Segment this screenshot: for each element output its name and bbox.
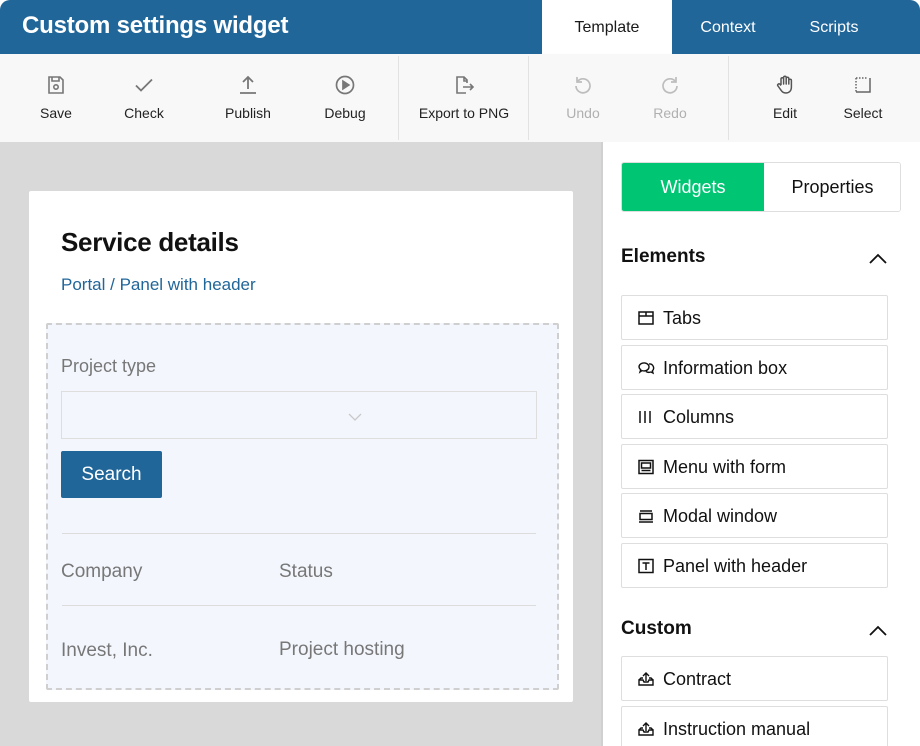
undo-label: Undo xyxy=(566,105,600,121)
table-divider xyxy=(62,533,536,534)
check-label: Check xyxy=(124,105,164,121)
tray-upload-icon xyxy=(637,670,655,688)
widget-item-columns[interactable]: Columns xyxy=(621,394,888,439)
table-divider xyxy=(62,605,536,606)
widget-item-label: Instruction manual xyxy=(663,719,811,739)
widget-item-instruction-manual[interactable]: Instruction manual xyxy=(621,706,888,746)
widget-item-contract[interactable]: Contract xyxy=(621,656,888,701)
check-button[interactable]: Check xyxy=(106,54,182,142)
header-bar: Custom settings widget Template Context … xyxy=(0,0,920,54)
tab-widgets[interactable]: Widgets xyxy=(622,163,764,211)
sidebar-tabs: Widgets Properties xyxy=(621,162,901,212)
widget-item-panel-with-header[interactable]: Panel with header xyxy=(621,543,888,588)
widget-item-information-box[interactable]: Information box xyxy=(621,345,888,390)
widget-item-label: Contract xyxy=(663,669,732,689)
publish-label: Publish xyxy=(225,105,271,121)
app-title: Custom settings widget xyxy=(22,12,289,39)
toolbar: Save Check Publish Debug Export to PNG U… xyxy=(0,54,920,142)
redo-label: Redo xyxy=(653,105,687,121)
column-header-status: Status xyxy=(279,561,333,582)
chevron-down-icon xyxy=(348,409,362,421)
widget-item-label: Panel with header xyxy=(663,556,808,576)
text-panel-icon xyxy=(637,557,655,575)
tab-context[interactable]: Context xyxy=(672,0,784,54)
upload-icon xyxy=(237,74,259,96)
select-button[interactable]: Select xyxy=(828,54,898,142)
table-cell-status: Project hosting xyxy=(279,639,405,660)
tray-upload-icon xyxy=(637,720,655,738)
table-cell-company: Invest, Inc. xyxy=(61,640,153,661)
tabs-icon xyxy=(637,309,655,327)
tab-scripts[interactable]: Scripts xyxy=(784,0,884,54)
undo-button[interactable]: Undo xyxy=(547,54,619,142)
toolbar-separator xyxy=(528,56,529,140)
publish-button[interactable]: Publish xyxy=(208,54,288,142)
tab-properties[interactable]: Properties xyxy=(764,163,900,211)
widget-item-label: Information box xyxy=(663,358,788,378)
toolbar-separator xyxy=(398,56,399,140)
edit-label: Edit xyxy=(772,105,798,121)
chat-bubbles-icon xyxy=(637,359,655,377)
export-png-label: Export to PNG xyxy=(418,105,510,121)
project-type-label: Project type xyxy=(61,356,157,376)
project-type-select[interactable] xyxy=(61,391,537,439)
widget-item-tabs[interactable]: Tabs xyxy=(621,295,888,340)
undo-icon xyxy=(572,74,594,96)
toolbar-separator xyxy=(728,56,729,140)
columns-icon xyxy=(637,408,655,426)
redo-icon xyxy=(659,74,681,96)
save-icon xyxy=(45,74,67,96)
chevron-up-icon[interactable] xyxy=(867,252,889,266)
widget-item-label: Columns xyxy=(663,407,735,427)
breadcrumb[interactable]: Portal / Panel with header xyxy=(61,275,256,295)
section-title-custom: Custom xyxy=(621,618,692,639)
modal-window-icon xyxy=(637,507,655,525)
redo-button[interactable]: Redo xyxy=(634,54,706,142)
widget-item-label: Tabs xyxy=(663,308,702,328)
debug-label: Debug xyxy=(324,105,366,121)
search-button[interactable]: Search xyxy=(61,451,162,498)
tab-template[interactable]: Template xyxy=(542,0,672,54)
design-canvas: Service details Portal / Panel with head… xyxy=(0,142,601,746)
menu-form-icon xyxy=(637,458,655,476)
chevron-up-icon[interactable] xyxy=(867,624,889,638)
section-title-elements: Elements xyxy=(621,246,706,267)
save-button[interactable]: Save xyxy=(18,54,94,142)
app-window: Custom settings widget Template Context … xyxy=(0,0,920,746)
check-icon xyxy=(133,74,155,96)
debug-button[interactable]: Debug xyxy=(307,54,383,142)
widget-item-label: Modal window xyxy=(663,506,778,526)
widgets-sidebar: Widgets Properties Elements Tabs Informa… xyxy=(601,142,920,746)
widget-item-modal-window[interactable]: Modal window xyxy=(621,493,888,538)
select-label: Select xyxy=(843,105,883,121)
panel-title: Service details xyxy=(61,227,239,257)
save-label: Save xyxy=(40,105,72,121)
widget-item-label: Menu with form xyxy=(663,457,787,477)
widget-item-menu-with-form[interactable]: Menu with form xyxy=(621,444,888,489)
play-circle-icon xyxy=(334,74,356,96)
service-details-panel[interactable]: Service details Portal / Panel with head… xyxy=(29,191,573,702)
widget-dropzone[interactable]: Project type Search Company Status Inves… xyxy=(46,323,559,690)
hand-icon xyxy=(774,74,796,96)
edit-button[interactable]: Edit xyxy=(750,54,820,142)
export-icon xyxy=(453,74,475,96)
select-area-icon xyxy=(852,74,874,96)
column-header-company: Company xyxy=(61,561,143,582)
export-png-button[interactable]: Export to PNG xyxy=(412,54,516,142)
